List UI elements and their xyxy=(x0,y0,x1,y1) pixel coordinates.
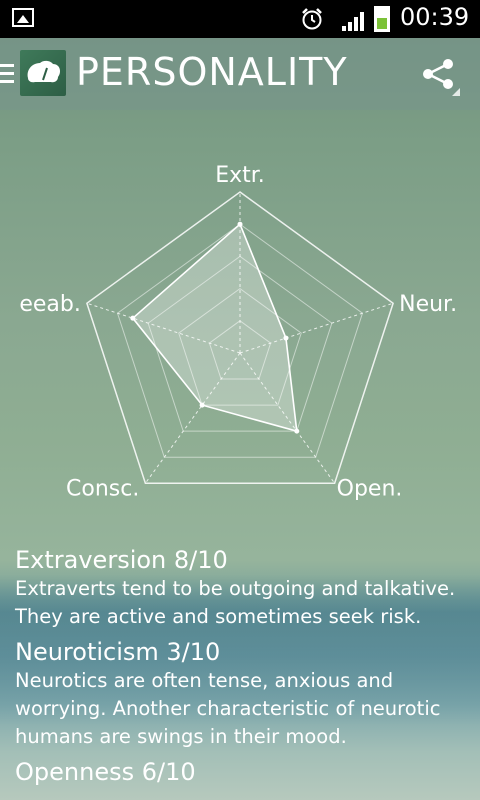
trait-title: Neuroticism 3/10 xyxy=(15,638,221,666)
axis-label: Open. xyxy=(337,476,403,501)
brain-gauge-icon xyxy=(27,60,61,83)
axis-label: Neur. xyxy=(399,292,457,317)
axis-label: Consc. xyxy=(66,476,139,501)
personality-radar-chart: Extr. Neur. Open. Consc. eeab. xyxy=(19,163,457,501)
trait-item: Neuroticism 3/10 Neurotics are often ten… xyxy=(15,637,475,751)
axis-label: Extr. xyxy=(215,163,265,188)
axis-label: eeab. xyxy=(19,292,81,317)
alarm-icon xyxy=(302,8,322,30)
data-point xyxy=(294,428,300,434)
trait-description: Extraverts tend to be outgoing and talka… xyxy=(15,577,456,628)
app-logo[interactable] xyxy=(20,50,66,96)
data-point xyxy=(283,335,289,341)
signal-icon xyxy=(342,12,364,31)
data-polygon xyxy=(131,222,298,433)
gallery-notification-icon xyxy=(12,8,34,27)
battery-icon xyxy=(374,6,390,32)
trait-item: Openness 6/10 xyxy=(15,757,475,787)
data-point xyxy=(237,221,243,227)
status-bar: 00:39 xyxy=(0,0,480,38)
trait-title: Openness 6/10 xyxy=(15,758,196,786)
data-point xyxy=(130,315,136,321)
share-icon[interactable] xyxy=(418,56,462,100)
trait-item: Extraversion 8/10 Extraverts tend to be … xyxy=(15,545,475,631)
status-time: 00:39 xyxy=(400,3,470,31)
drawer-menu-icon[interactable] xyxy=(0,64,14,84)
trait-description: Neurotics are often tense, anxious and w… xyxy=(15,669,441,748)
page-title: PERSONALITY xyxy=(76,50,348,94)
trait-list: Extraversion 8/10 Extraverts tend to be … xyxy=(15,545,475,793)
data-point xyxy=(199,402,205,408)
trait-title: Extraversion 8/10 xyxy=(15,546,228,574)
